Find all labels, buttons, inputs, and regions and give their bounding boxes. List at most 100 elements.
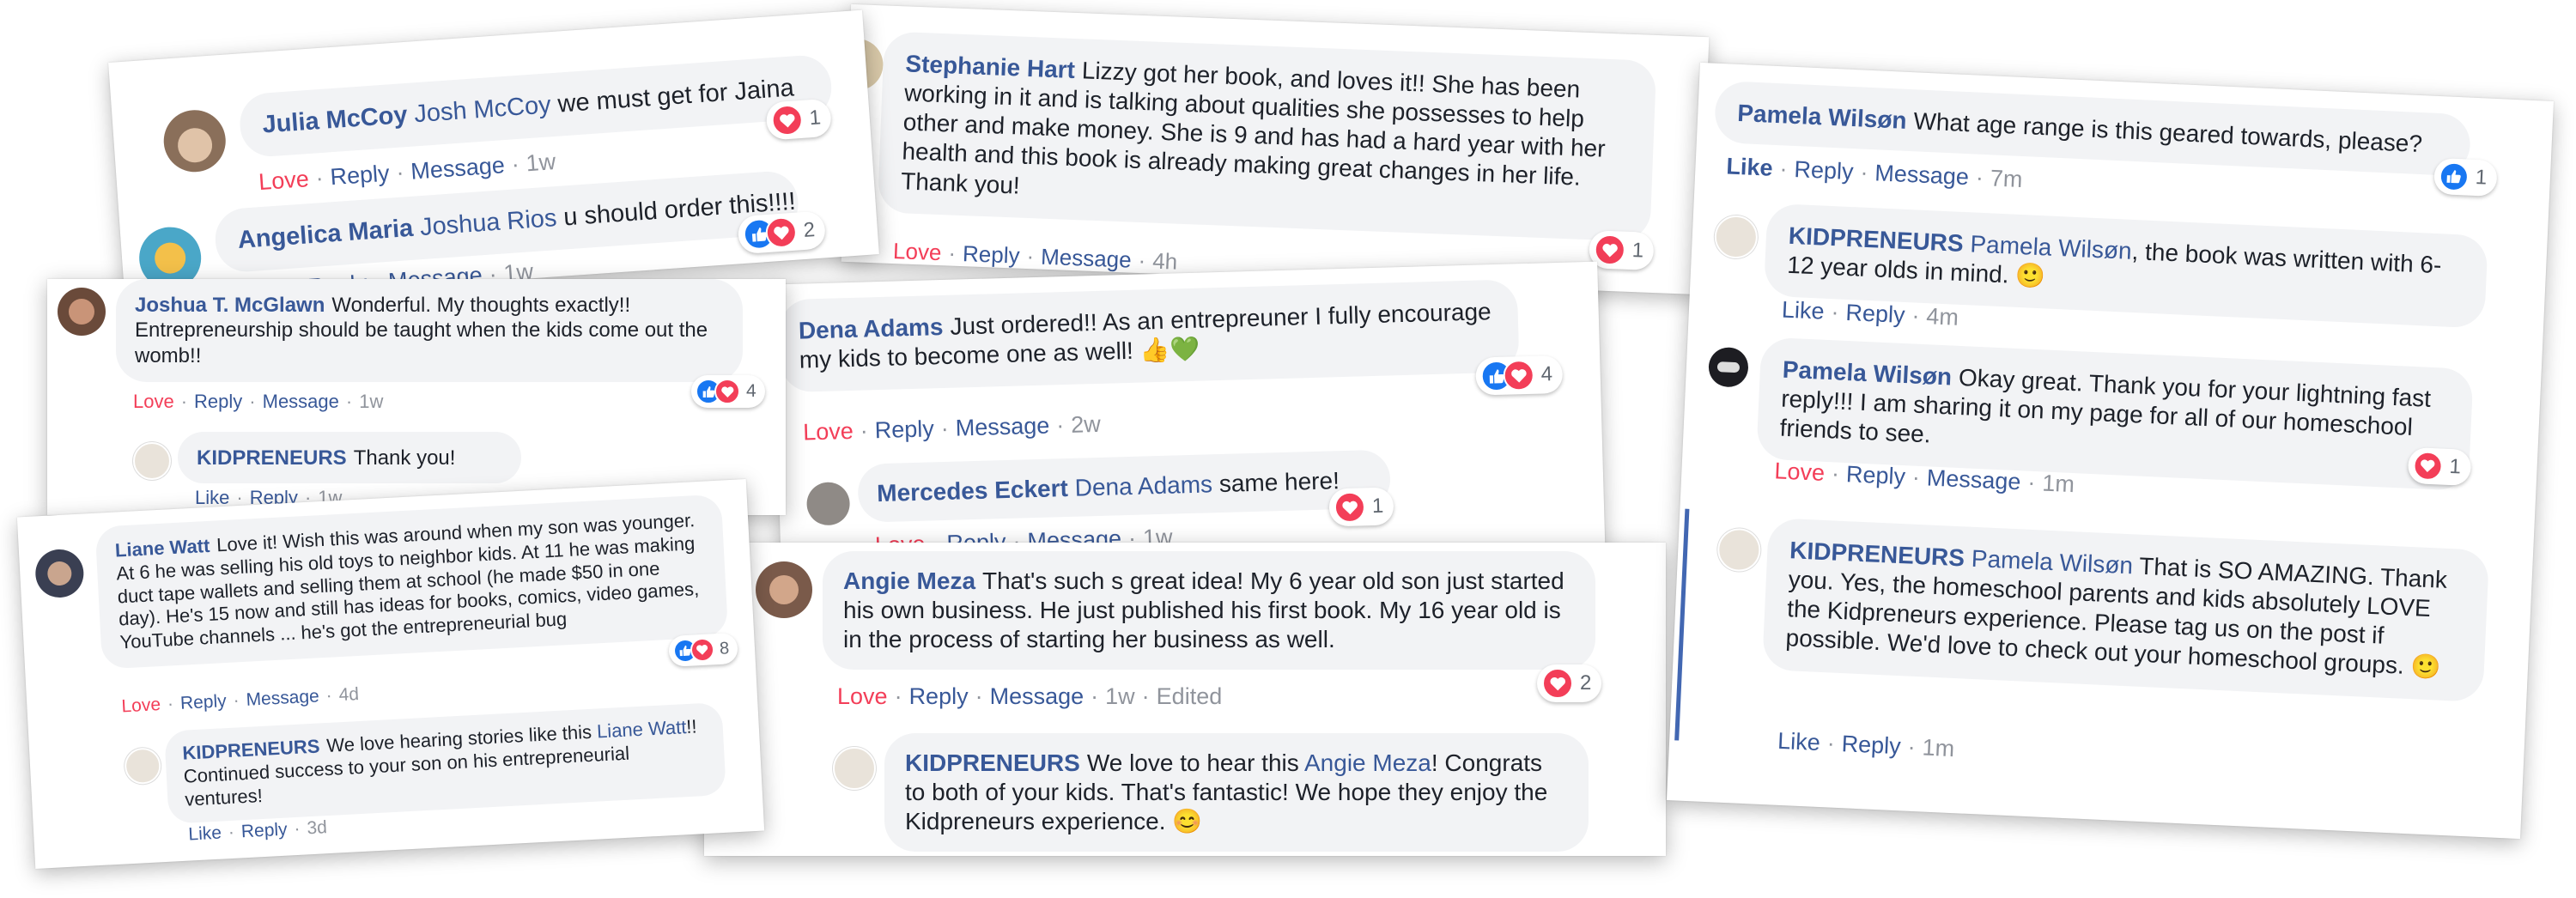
love-button[interactable]: Love — [803, 418, 854, 446]
reaction-count[interactable]: 1 — [2407, 446, 2472, 487]
reply-button[interactable]: Reply — [330, 161, 391, 191]
reply-button[interactable]: Reply — [179, 691, 227, 713]
reaction-number: 1 — [1371, 494, 1384, 519]
reaction-count[interactable]: 4 — [1475, 355, 1564, 396]
reaction-count[interactable]: 4 — [691, 375, 765, 408]
timestamp: 1w — [1105, 683, 1135, 709]
message-button[interactable]: Message — [1926, 464, 2021, 495]
screenshot-card-julia: Julia McCoy Josh McCoy we must get for Ja… — [108, 9, 879, 307]
reaction-count[interactable]: 1 — [1328, 487, 1394, 527]
smile-emoji-icon: 🙂 — [2409, 652, 2442, 682]
author-name[interactable]: Stephanie Hart — [905, 50, 1076, 83]
message-button[interactable]: Message — [246, 686, 319, 709]
reply-button[interactable]: Reply — [194, 391, 242, 412]
like-button[interactable]: Like — [1777, 728, 1821, 755]
smile-emoji-icon: 🙂 — [2014, 261, 2046, 290]
reaction-count[interactable]: 1 — [1588, 230, 1655, 271]
screenshot-card-pamela: Pamela Wilsøn What age range is this gear… — [1667, 62, 2554, 840]
reaction-count[interactable]: 2 — [737, 210, 827, 255]
comment-actions: Like · Reply · 1m — [1777, 727, 1955, 762]
love-button[interactable]: Love — [893, 238, 943, 265]
message-button[interactable]: Message — [410, 152, 505, 185]
heart-reaction-icon — [1503, 359, 1535, 391]
mentioned-user[interactable]: Liane Watt — [596, 716, 687, 742]
author-name[interactable]: KIDPRENEURS — [1789, 537, 1965, 571]
kidpreneurs-logo-avatar — [1716, 527, 1762, 573]
message-button[interactable]: Message — [955, 413, 1049, 441]
reaction-count[interactable]: 8 — [668, 632, 739, 667]
timestamp: 1m — [2041, 470, 2075, 498]
author-name[interactable]: Pamela Wilsøn — [1737, 100, 1908, 134]
mentioned-user[interactable]: Josh McCoy — [413, 91, 551, 128]
mentioned-user[interactable]: Pamela Wilsøn — [1970, 230, 2132, 264]
reply-button[interactable]: Reply — [963, 240, 1021, 269]
love-button[interactable]: Love — [1774, 458, 1826, 486]
avatar — [58, 288, 106, 336]
reply-button[interactable]: Reply — [1841, 731, 1901, 759]
screenshot-card-joshua: Joshua T. McGlawn Wonderful. My thoughts … — [47, 279, 786, 515]
reply-button[interactable]: Reply — [874, 416, 934, 443]
heart-reaction-icon — [1334, 491, 1366, 524]
like-button[interactable]: Like — [195, 487, 229, 508]
like-button[interactable]: Like — [188, 823, 222, 845]
reply-button[interactable]: Reply — [909, 683, 969, 709]
like-button[interactable]: Like — [1781, 296, 1825, 324]
mentioned-user[interactable]: Dena Adams — [1074, 470, 1212, 501]
avatar — [1707, 346, 1749, 388]
love-button[interactable]: Love — [133, 391, 174, 412]
author-name[interactable]: Angie Meza — [843, 567, 975, 594]
love-button[interactable]: Love — [837, 683, 888, 709]
reply-button[interactable]: Reply — [1845, 461, 1905, 489]
comment-bubble: Angie Meza That's such s great idea! My 6… — [823, 551, 1595, 670]
message-button[interactable]: Message — [263, 391, 339, 412]
message-button[interactable]: Message — [990, 683, 1084, 709]
author-name[interactable]: Dena Adams — [799, 313, 944, 344]
timestamp: 1w — [359, 391, 384, 412]
reaction-number: 2 — [1580, 671, 1592, 695]
author-name[interactable]: Joshua T. McGlawn — [135, 294, 325, 317]
comment-text: We love to hear this — [1086, 749, 1299, 776]
reply-button[interactable]: Reply — [1794, 156, 1854, 185]
timestamp: 2w — [1070, 410, 1102, 438]
reaction-number: 8 — [719, 638, 730, 658]
thumbs-up-emoji-icon: 👍 — [1139, 336, 1170, 364]
message-button[interactable]: Message — [1041, 244, 1133, 273]
comment-text: Love it! Wish this was around when my so… — [115, 509, 700, 653]
reaction-count[interactable]: 2 — [1537, 664, 1602, 702]
mentioned-user[interactable]: Pamela Wilsøn — [1971, 545, 2133, 579]
avatar — [161, 107, 228, 174]
message-button[interactable]: Message — [1874, 160, 1970, 190]
comment-actions: Love·Reply·Message·1w — [133, 391, 384, 412]
love-button[interactable]: Love — [121, 695, 161, 716]
mentioned-user[interactable]: Angie Meza — [1304, 749, 1431, 776]
author-name[interactable]: KIDPRENEURS — [1788, 222, 1964, 257]
timestamp: 4h — [1151, 247, 1178, 275]
mentioned-user[interactable]: Joshua Rios — [419, 204, 557, 241]
author-name[interactable]: Pamela Wilsøn — [1782, 356, 1953, 391]
like-reaction-icon — [2439, 161, 2470, 192]
kidpreneurs-logo-avatar — [124, 747, 162, 786]
edited-label: Edited — [1156, 683, 1223, 709]
reply-button[interactable]: Reply — [1845, 300, 1905, 328]
reply-button[interactable]: Reply — [240, 820, 288, 842]
reaction-count[interactable]: 1 — [2433, 157, 2499, 197]
author-name[interactable]: Liane Watt — [114, 535, 210, 561]
reaction-count[interactable]: 1 — [765, 98, 833, 141]
author-name[interactable]: KIDPRENEURS — [905, 749, 1080, 776]
comment-text: same here! — [1218, 467, 1340, 498]
comment: Stephanie Hart Lizzy got her book, and lo… — [841, 4, 1710, 294]
kidpreneurs-logo-avatar — [133, 442, 171, 480]
love-button[interactable]: Love — [258, 166, 310, 195]
comment-actions: Like · Reply · Message · 7m — [1725, 153, 2024, 193]
comment-bubble: Mercedes Eckert Dena Adams same here! — [857, 449, 1391, 523]
heart-reaction-icon — [690, 637, 715, 663]
reaction-number: 4 — [746, 381, 756, 401]
comment-bubble: KIDPRENEURS Pamela Wilsøn That is SO AMAZ… — [1762, 518, 2490, 702]
screenshot-card-dena: Dena Adams Just ordered!! As an entrepreu… — [773, 261, 1606, 577]
comment-actions: Love · Reply · Message · 4d — [120, 683, 360, 717]
like-button[interactable]: Like — [1726, 153, 1773, 180]
author-name[interactable]: KIDPRENEURS — [197, 446, 347, 470]
author-name[interactable]: Mercedes Eckert — [877, 475, 1068, 507]
author-name[interactable]: Julia McCoy — [262, 101, 409, 139]
author-name[interactable]: Angelica Maria — [237, 215, 414, 254]
